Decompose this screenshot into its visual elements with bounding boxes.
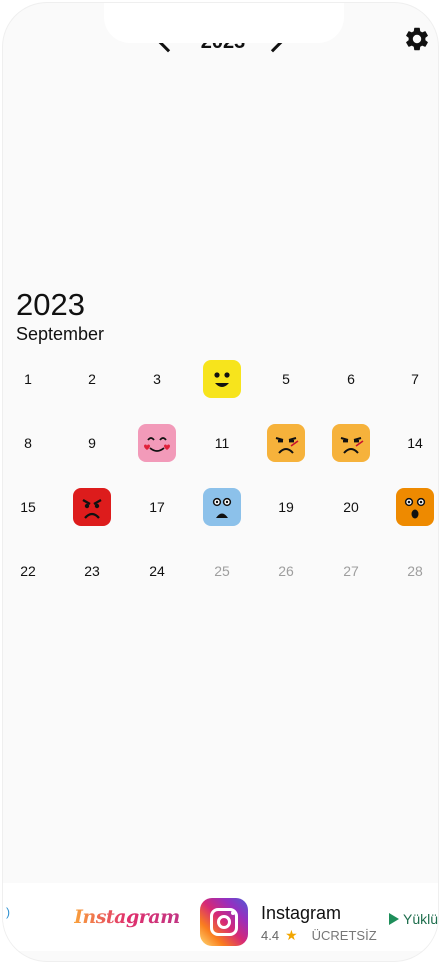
day-number: 15: [20, 499, 36, 515]
calendar-day-15[interactable]: 15: [3, 475, 60, 539]
mood-surprised-icon: [396, 488, 434, 526]
calendar-day-1[interactable]: 1: [3, 347, 60, 411]
calendar-day-28[interactable]: 28: [383, 539, 438, 603]
calendar-day-13[interactable]: [319, 411, 383, 475]
mood-angry-icon: [73, 488, 111, 526]
ad-next-item[interactable]: Yüklü: [389, 911, 438, 927]
day-number: 17: [149, 499, 165, 515]
day-number: 19: [278, 499, 294, 515]
app-screen: 2023 2023 September 12356789111415171920…: [3, 3, 438, 961]
device-notch: [104, 3, 344, 43]
day-number: 23: [84, 563, 100, 579]
calendar-day-22[interactable]: 22: [3, 539, 60, 603]
calendar-day-20[interactable]: 20: [319, 475, 383, 539]
calendar-day-8[interactable]: 8: [3, 411, 60, 475]
calendar-week-row: 15 17 19 20: [3, 475, 438, 539]
day-number: 5: [282, 371, 290, 387]
calendar-day-21[interactable]: [383, 475, 438, 539]
star-icon: ★: [285, 927, 298, 943]
instagram-app-icon[interactable]: [200, 898, 248, 946]
ad-wordmark-logo: Instagram: [74, 906, 180, 928]
calendar-day-3[interactable]: 3: [125, 347, 189, 411]
calendar-day-9[interactable]: 9: [60, 411, 124, 475]
mood-happy-icon: [203, 360, 241, 398]
mood-sad-icon: [203, 488, 241, 526]
calendar-grid: 1 2 3 5 6 7 8 9 11 14 15 17 19 20 22 23 24 25 26 27 28: [3, 347, 438, 603]
ad-rating: 4.4: [261, 928, 280, 943]
ad-banner[interactable]: ) Instagram Instagram 4.4 ★ ÜCRETSİZ Yük…: [3, 883, 438, 951]
day-number: 9: [88, 435, 96, 451]
mood-annoyed-icon: [267, 424, 305, 462]
day-number: 27: [343, 563, 359, 579]
calendar-day-7[interactable]: 7: [383, 347, 438, 411]
mood-in-love-icon: [138, 424, 176, 462]
calendar-week-row: 8 9 11 14: [3, 411, 438, 475]
ad-app-meta: 4.4 ★ ÜCRETSİZ: [261, 927, 377, 944]
calendar-day-10[interactable]: [125, 411, 189, 475]
play-store-icon: [389, 913, 399, 925]
calendar-day-24[interactable]: 24: [125, 539, 189, 603]
calendar-day-5[interactable]: 5: [254, 347, 318, 411]
day-number: 20: [343, 499, 359, 515]
calendar-day-17[interactable]: 17: [125, 475, 189, 539]
day-number: 6: [347, 371, 355, 387]
gear-icon[interactable]: [403, 25, 431, 53]
day-number: 2: [88, 371, 96, 387]
calendar-day-18[interactable]: [190, 475, 254, 539]
calendar-day-12[interactable]: [254, 411, 318, 475]
calendar-day-6[interactable]: 6: [319, 347, 383, 411]
day-number: 24: [149, 563, 165, 579]
day-number: 25: [214, 563, 230, 579]
calendar-day-26[interactable]: 26: [254, 539, 318, 603]
calendar-day-16[interactable]: [60, 475, 124, 539]
day-number: 7: [411, 371, 419, 387]
day-number: 3: [153, 371, 161, 387]
calendar-week-row: 22 23 24 25 26 27 28: [3, 539, 438, 603]
calendar-day-14[interactable]: 14: [383, 411, 438, 475]
ad-app-name[interactable]: Instagram: [261, 903, 341, 924]
calendar-week-row: 1 2 3 5 6 7: [3, 347, 438, 411]
day-number: 26: [278, 563, 294, 579]
day-number: 11: [214, 435, 230, 451]
mood-annoyed-icon: [332, 424, 370, 462]
ad-left-fragment: ): [6, 905, 10, 919]
calendar-day-23[interactable]: 23: [60, 539, 124, 603]
calendar-day-19[interactable]: 19: [254, 475, 318, 539]
calendar-month-title: September: [16, 324, 105, 344]
calendar-day-11[interactable]: 11: [190, 411, 254, 475]
calendar-day-4[interactable]: [190, 347, 254, 411]
ad-price: ÜCRETSİZ: [311, 928, 377, 943]
calendar-day-25[interactable]: 25: [190, 539, 254, 603]
day-number: 28: [407, 563, 423, 579]
calendar-day-2[interactable]: 2: [60, 347, 124, 411]
day-number: 8: [24, 435, 32, 451]
calendar-year-title: 2023: [16, 287, 85, 322]
day-number: 22: [20, 563, 36, 579]
calendar-day-27[interactable]: 27: [319, 539, 383, 603]
day-number: 14: [407, 435, 423, 451]
ad-next-label: Yüklü: [403, 911, 438, 927]
day-number: 1: [24, 371, 32, 387]
